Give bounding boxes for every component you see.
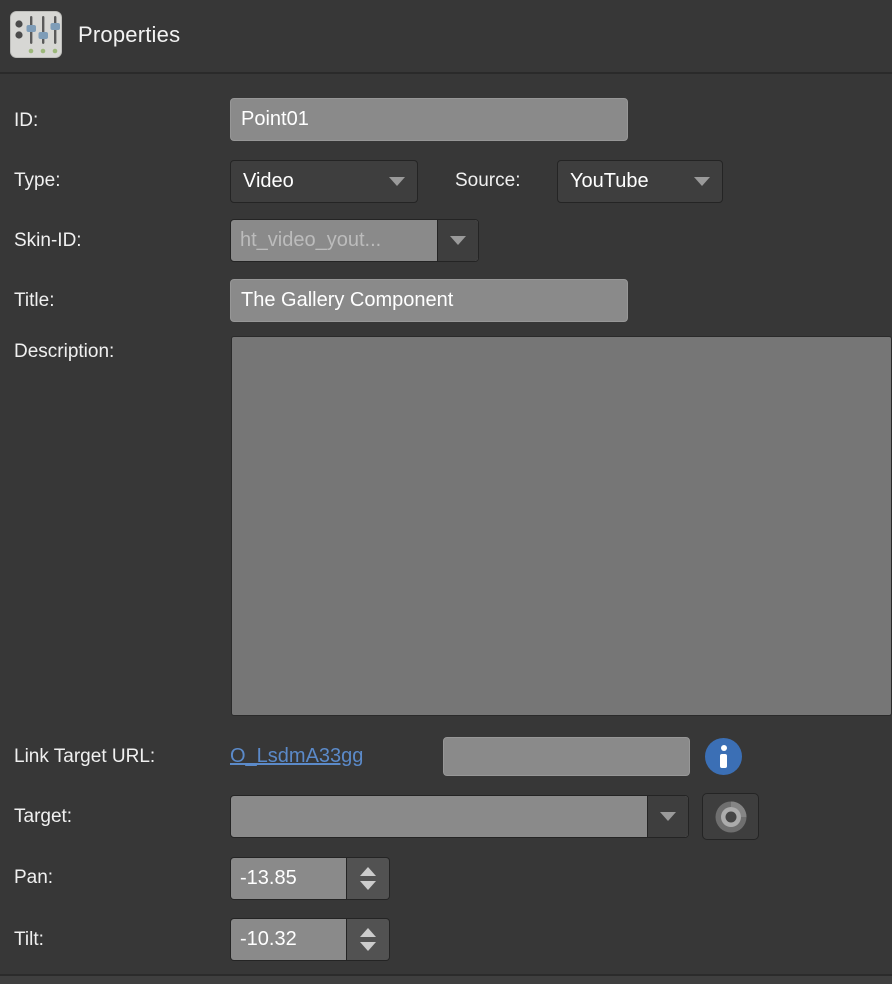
skin-id-dropdown-button[interactable] <box>437 220 478 261</box>
source-select[interactable]: YouTube <box>557 160 723 203</box>
title-label: Title: <box>14 291 54 311</box>
tilt-spinbox[interactable] <box>230 918 390 961</box>
link-target-url-label: Link Target URL: <box>14 747 155 767</box>
tilt-field[interactable] <box>231 919 346 960</box>
arrow-down-icon <box>360 942 376 951</box>
pan-spinbox[interactable] <box>230 857 390 900</box>
chevron-down-icon <box>694 177 710 186</box>
id-input[interactable] <box>230 98 628 141</box>
target-picker-button[interactable] <box>702 793 759 840</box>
chevron-down-icon <box>450 236 466 245</box>
id-label: ID: <box>14 111 38 131</box>
arrow-up-icon <box>360 867 376 876</box>
title-input[interactable] <box>230 279 628 322</box>
header-separator <box>0 72 892 74</box>
pan-field[interactable] <box>231 858 346 899</box>
arrow-down-icon <box>360 881 376 890</box>
arrow-up-icon <box>360 928 376 937</box>
chevron-down-icon <box>389 177 405 186</box>
info-icon-bar <box>720 754 727 768</box>
pan-input[interactable] <box>231 867 346 890</box>
target-picker-icon <box>713 799 749 835</box>
info-icon-dot <box>721 745 727 751</box>
tilt-label: Tilt: <box>14 930 44 950</box>
info-icon[interactable] <box>705 738 742 775</box>
skin-id-label: Skin-ID: <box>14 231 82 251</box>
source-select-value: YouTube <box>570 170 649 193</box>
target-dropdown-button[interactable] <box>647 796 688 837</box>
source-label: Source: <box>455 171 520 191</box>
tilt-input[interactable] <box>231 928 346 951</box>
skin-id-combo-value: ht_video_yout... <box>231 220 437 261</box>
link-target-url-input[interactable] <box>443 737 690 776</box>
target-input[interactable] <box>240 804 638 829</box>
mixer-sliders-icon <box>10 11 62 58</box>
page-title: Properties <box>78 22 180 48</box>
target-label: Target: <box>14 807 72 827</box>
type-label: Type: <box>14 171 60 191</box>
pan-stepper[interactable] <box>346 858 389 899</box>
type-select-value: Video <box>243 170 294 193</box>
description-textarea[interactable] <box>231 336 892 716</box>
link-target-url-link[interactable]: O_LsdmA33gg <box>230 745 363 768</box>
skin-id-combo[interactable]: ht_video_yout... <box>230 219 479 262</box>
target-combo-field[interactable] <box>231 796 647 837</box>
pan-label: Pan: <box>14 868 53 888</box>
tilt-stepper[interactable] <box>346 919 389 960</box>
chevron-down-icon <box>660 812 676 821</box>
type-select[interactable]: Video <box>230 160 418 203</box>
target-combo[interactable] <box>230 795 689 838</box>
description-label: Description: <box>14 342 114 362</box>
panel-bottom-edge <box>0 974 892 984</box>
properties-panel: Properties ID: Type: Video Source: YouTu… <box>0 0 892 982</box>
